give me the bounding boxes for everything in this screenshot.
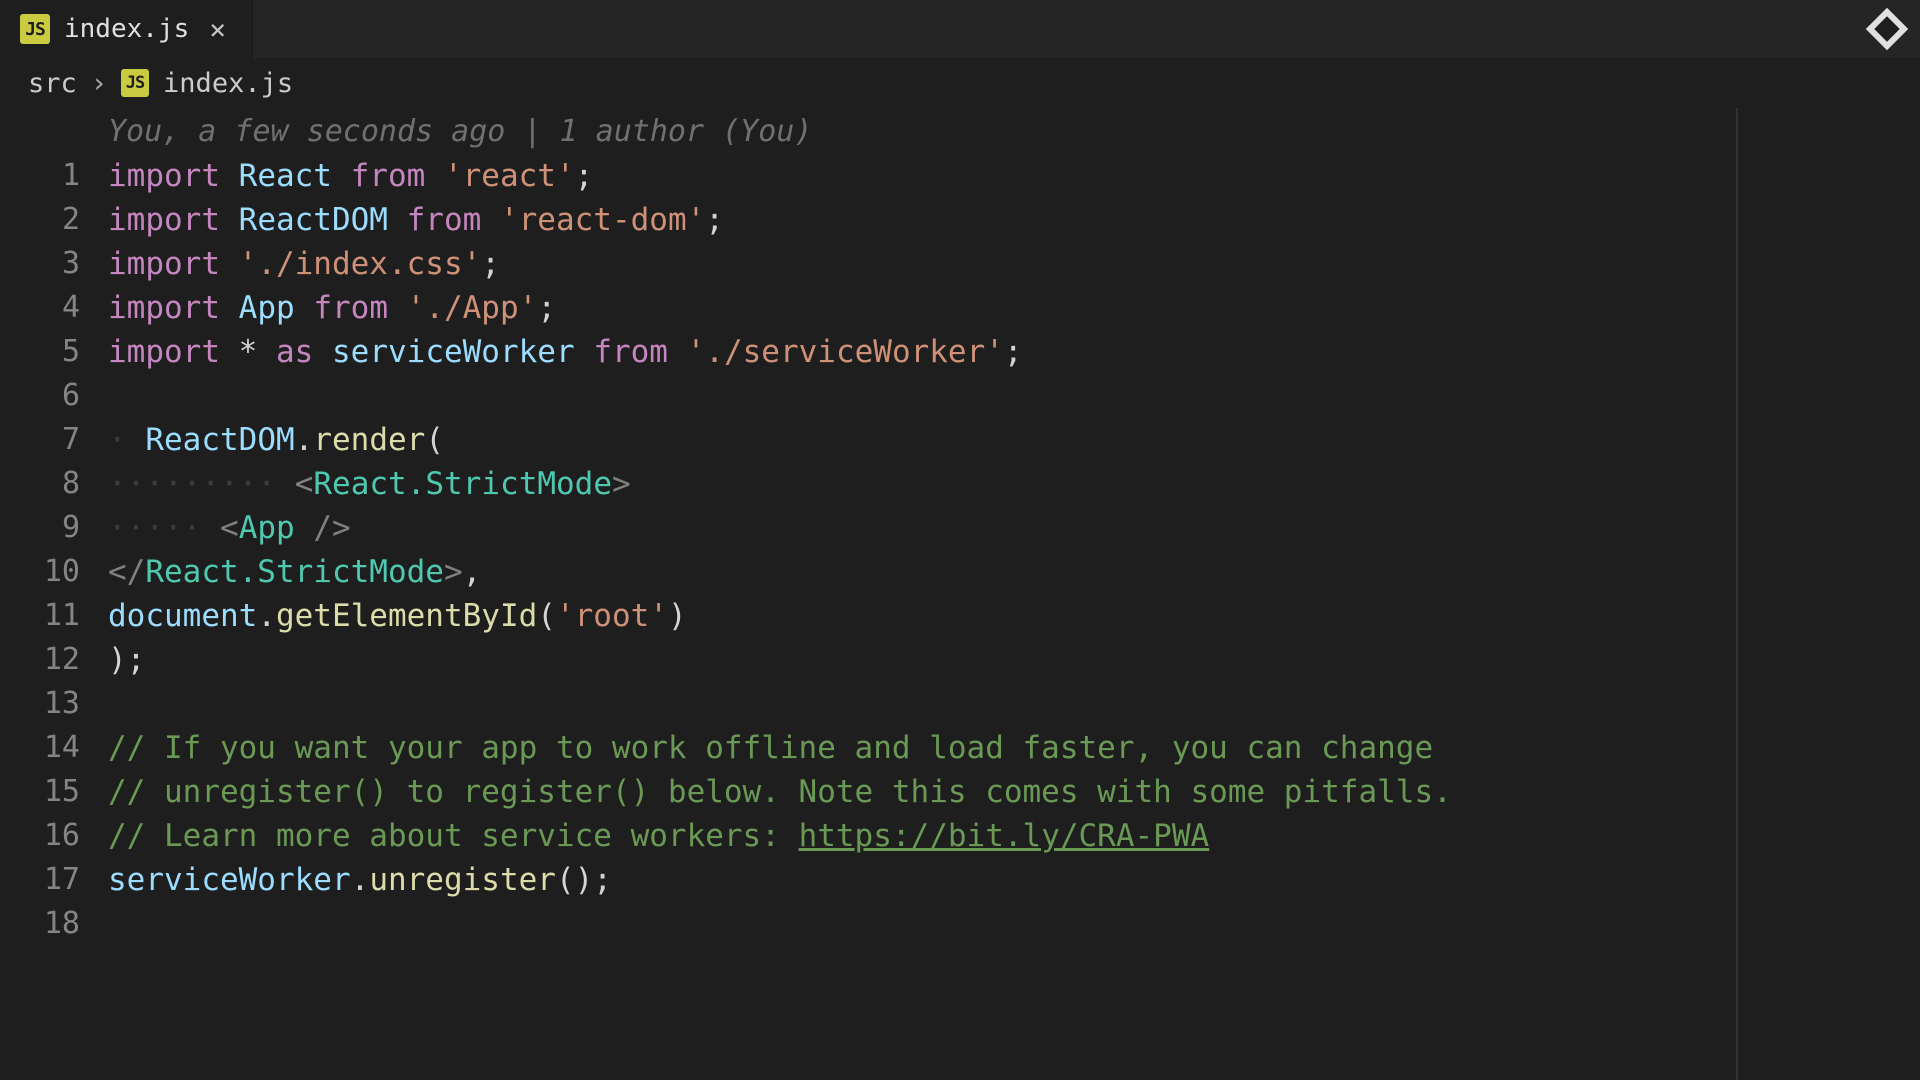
code-line[interactable]: 8 ········· <React.StrictMode> xyxy=(0,466,1920,510)
code-line[interactable]: 12 ); xyxy=(0,642,1920,686)
breadcrumb-file[interactable]: index.js xyxy=(163,68,293,99)
editor-ruler xyxy=(1736,108,1738,1080)
line-number: 12 xyxy=(0,642,108,677)
code-line[interactable]: 16 // Learn more about service workers: … xyxy=(0,818,1920,862)
code-line[interactable]: 6 xyxy=(0,378,1920,422)
service-worker-link[interactable]: https://bit.ly/CRA-PWA xyxy=(799,818,1210,854)
line-number: 5 xyxy=(0,334,108,369)
line-number: 8 xyxy=(0,466,108,501)
line-number: 14 xyxy=(0,730,108,765)
line-number: 11 xyxy=(0,598,108,633)
code-line[interactable]: 1 import React from 'react'; xyxy=(0,158,1920,202)
code-line[interactable]: 11 document.getElementById('root') xyxy=(0,598,1920,642)
line-number: 16 xyxy=(0,818,108,853)
line-number: 15 xyxy=(0,774,108,809)
code-line[interactable]: 15 // unregister() to register() below. … xyxy=(0,774,1920,818)
git-icon[interactable] xyxy=(1854,0,1920,58)
chevron-right-icon: › xyxy=(91,68,107,99)
code-editor[interactable]: You, a few seconds ago | 1 author (You) … xyxy=(0,108,1920,950)
breadcrumb-folder[interactable]: src xyxy=(28,68,77,99)
code-line[interactable]: 13 xyxy=(0,686,1920,730)
line-number: 17 xyxy=(0,862,108,897)
code-line[interactable]: 10 </React.StrictMode>, xyxy=(0,554,1920,598)
code-line[interactable]: 17 serviceWorker.unregister(); xyxy=(0,862,1920,906)
line-number: 1 xyxy=(0,158,108,193)
line-number: 13 xyxy=(0,686,108,721)
code-line[interactable]: 3 import './index.css'; xyxy=(0,246,1920,290)
line-number: 2 xyxy=(0,202,108,237)
code-line[interactable]: 4 import App from './App'; xyxy=(0,290,1920,334)
line-number: 6 xyxy=(0,378,108,413)
close-icon[interactable]: × xyxy=(203,13,232,46)
javascript-icon: JS xyxy=(20,14,50,44)
code-line[interactable]: 9 ····· <App /> xyxy=(0,510,1920,554)
line-number: 7 xyxy=(0,422,108,457)
code-line[interactable]: 2 import ReactDOM from 'react-dom'; xyxy=(0,202,1920,246)
tab-index-js[interactable]: JS index.js × xyxy=(0,0,253,58)
line-number: 9 xyxy=(0,510,108,545)
breadcrumb[interactable]: src › JS index.js xyxy=(0,58,1920,108)
code-line[interactable]: 5 import * as serviceWorker from './serv… xyxy=(0,334,1920,378)
line-number: 10 xyxy=(0,554,108,589)
code-line[interactable]: 7 · ReactDOM.render( xyxy=(0,422,1920,466)
javascript-icon: JS xyxy=(121,69,149,97)
tab-label: index.js xyxy=(64,14,189,44)
tab-bar: JS index.js × xyxy=(0,0,1920,58)
code-line[interactable]: 18 xyxy=(0,906,1920,950)
line-number: 4 xyxy=(0,290,108,325)
code-line[interactable]: 14 // If you want your app to work offli… xyxy=(0,730,1920,774)
line-number: 3 xyxy=(0,246,108,281)
line-number: 18 xyxy=(0,906,108,941)
git-blame-annotation: You, a few seconds ago | 1 author (You) xyxy=(0,114,1920,158)
